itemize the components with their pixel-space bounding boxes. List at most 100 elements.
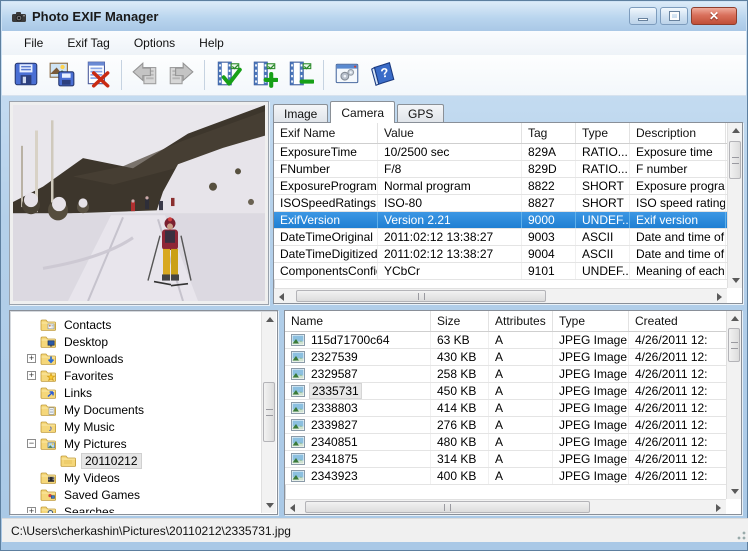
files-vertical-scrollbar[interactable] [726, 311, 741, 499]
file-row[interactable]: 2339827276 KBAJPEG Image4/26/2011 12: [285, 417, 726, 434]
exif-cell: 2011:02:12 13:38:27 [378, 246, 522, 262]
folder-tree-panel: ContactsDesktop+Downloads+FavoritesLinks… [9, 310, 278, 515]
column-header-name[interactable]: Name [285, 311, 431, 331]
scroll-down-arrow[interactable] [262, 498, 277, 513]
tree-expander[interactable]: − [27, 439, 36, 448]
resize-grip[interactable] [733, 527, 746, 540]
column-header-attributes[interactable]: Attributes [489, 311, 553, 331]
scroll-left-arrow[interactable] [274, 289, 289, 304]
file-row[interactable]: 2335731450 KBAJPEG Image4/26/2011 12: [285, 383, 726, 400]
file-cell-size: 63 KB [431, 332, 489, 348]
file-cell-created: 4/26/2011 12: [629, 468, 726, 484]
column-header-value[interactable]: Value [378, 123, 522, 143]
add-exif-tag-button[interactable] [246, 57, 282, 93]
file-cell-created: 4/26/2011 12: [629, 400, 726, 416]
options-button[interactable] [329, 57, 365, 93]
save-exif-button[interactable] [8, 57, 44, 93]
help-button[interactable]: ? [365, 57, 401, 93]
tree-item-my-documents[interactable]: My Documents [11, 401, 261, 418]
files-horizontal-scrollbar[interactable] [285, 499, 726, 514]
delete-exif-button[interactable] [80, 57, 116, 93]
file-row[interactable]: 2343923400 KBAJPEG Image4/26/2011 12: [285, 468, 726, 485]
exif-row[interactable]: DateTimeOriginal2011:02:12 13:38:279003A… [274, 229, 727, 246]
scroll-up-arrow[interactable] [728, 123, 743, 138]
tree-item-desktop[interactable]: Desktop [11, 333, 261, 350]
title-bar[interactable]: Photo EXIF Manager ✕ [2, 2, 746, 31]
file-row[interactable]: 2327539430 KBAJPEG Image4/26/2011 12: [285, 349, 726, 366]
column-header-exif-name[interactable]: Exif Name [274, 123, 378, 143]
file-cell-type: JPEG Image [553, 366, 629, 382]
exif-cell: ExposureProgram [274, 178, 378, 194]
tree-vertical-scrollbar[interactable] [261, 312, 276, 513]
exif-cell: SHORT [576, 195, 630, 211]
tree-item-20110212[interactable]: 20110212 [11, 452, 261, 469]
exif-row[interactable]: ComponentsConfig...YCbCr9101UNDEF...Mean… [274, 263, 727, 280]
tree-expander[interactable]: + [27, 354, 36, 363]
scroll-thumb[interactable] [305, 501, 590, 513]
tree-expander[interactable]: + [27, 371, 36, 380]
close-button[interactable]: ✕ [691, 7, 737, 25]
tree-expander[interactable]: + [27, 507, 36, 513]
scroll-up-arrow[interactable] [262, 312, 277, 327]
exif-vertical-scrollbar[interactable] [727, 123, 742, 288]
column-header-created[interactable]: Created [629, 311, 726, 331]
scroll-up-arrow[interactable] [727, 311, 742, 326]
scroll-thumb[interactable] [728, 328, 740, 362]
exif-row[interactable]: FNumberF/8829DRATIO...F number [274, 161, 727, 178]
scroll-thumb[interactable] [263, 382, 275, 442]
tab-gps[interactable]: GPS [397, 104, 444, 123]
tree-item-favorites[interactable]: +Favorites [11, 367, 261, 384]
validate-exif-tags-button[interactable] [210, 57, 246, 93]
exif-row[interactable]: DateTimeDigitized2011:02:12 13:38:279004… [274, 246, 727, 263]
minimize-button[interactable] [629, 7, 657, 25]
exif-row[interactable]: ExifVersionVersion 2.219000UNDEF...Exif … [274, 212, 727, 229]
file-name: 2340851 [309, 435, 360, 449]
menu-exif-tag[interactable]: Exif Tag [55, 33, 121, 53]
maximize-button[interactable] [660, 7, 688, 25]
scroll-left-arrow[interactable] [285, 500, 300, 515]
tab-image[interactable]: Image [273, 104, 328, 123]
column-header-size[interactable]: Size [431, 311, 489, 331]
file-cell-size: 430 KB [431, 349, 489, 365]
file-row[interactable]: 115d71700c6463 KBAJPEG Image4/26/2011 12… [285, 332, 726, 349]
scroll-thumb[interactable] [296, 290, 546, 302]
save-image-button[interactable] [44, 57, 80, 93]
column-header-tag[interactable]: Tag [522, 123, 576, 143]
exif-row[interactable]: ExposureProgramNormal program8822SHORTEx… [274, 178, 727, 195]
exif-row[interactable]: ExposureTime10/2500 sec829ARATIO...Expos… [274, 144, 727, 161]
tree-item-my-pictures[interactable]: −My Pictures [11, 435, 261, 452]
exif-cell: 2011:02:12 13:38:27 [378, 229, 522, 245]
remove-exif-tag-button[interactable] [282, 57, 318, 93]
tree-item-saved-games[interactable]: Saved Games [11, 486, 261, 503]
scroll-down-arrow[interactable] [727, 484, 742, 499]
tree-item-my-videos[interactable]: My Videos [11, 469, 261, 486]
file-row[interactable]: 2340851480 KBAJPEG Image4/26/2011 12: [285, 434, 726, 451]
column-header-type[interactable]: Type [553, 311, 629, 331]
scroll-right-arrow[interactable] [712, 289, 727, 304]
tree-item-searches[interactable]: +Searches [11, 503, 261, 513]
tree-item-links[interactable]: Links [11, 384, 261, 401]
exif-horizontal-scrollbar[interactable] [274, 288, 727, 303]
column-header-type[interactable]: Type [576, 123, 630, 143]
menu-file[interactable]: File [12, 33, 55, 53]
menu-help[interactable]: Help [187, 33, 236, 53]
exif-cell: DateTimeOriginal [274, 229, 378, 245]
tree-item-contacts[interactable]: Contacts [11, 316, 261, 333]
file-row[interactable]: 2338803414 KBAJPEG Image4/26/2011 12: [285, 400, 726, 417]
photo-preview-panel [9, 101, 269, 305]
scroll-thumb[interactable] [729, 141, 741, 179]
menu-options[interactable]: Options [122, 33, 187, 53]
exif-cell: 8822 [522, 178, 576, 194]
next-image-icon [167, 60, 195, 91]
scroll-right-arrow[interactable] [711, 500, 726, 515]
tree-item-my-music[interactable]: ♪My Music [11, 418, 261, 435]
scroll-down-arrow[interactable] [728, 273, 743, 288]
exif-cell: 829D [522, 161, 576, 177]
file-row[interactable]: 2341875314 KBAJPEG Image4/26/2011 12: [285, 451, 726, 468]
file-row[interactable]: 2329587258 KBAJPEG Image4/26/2011 12: [285, 366, 726, 383]
exif-row[interactable]: ISOSpeedRatingsISO-808827SHORTISO speed … [274, 195, 727, 212]
file-cell-created: 4/26/2011 12: [629, 349, 726, 365]
tree-item-downloads[interactable]: +Downloads [11, 350, 261, 367]
tab-camera[interactable]: Camera [330, 101, 395, 123]
column-header-description[interactable]: Description [630, 123, 726, 143]
